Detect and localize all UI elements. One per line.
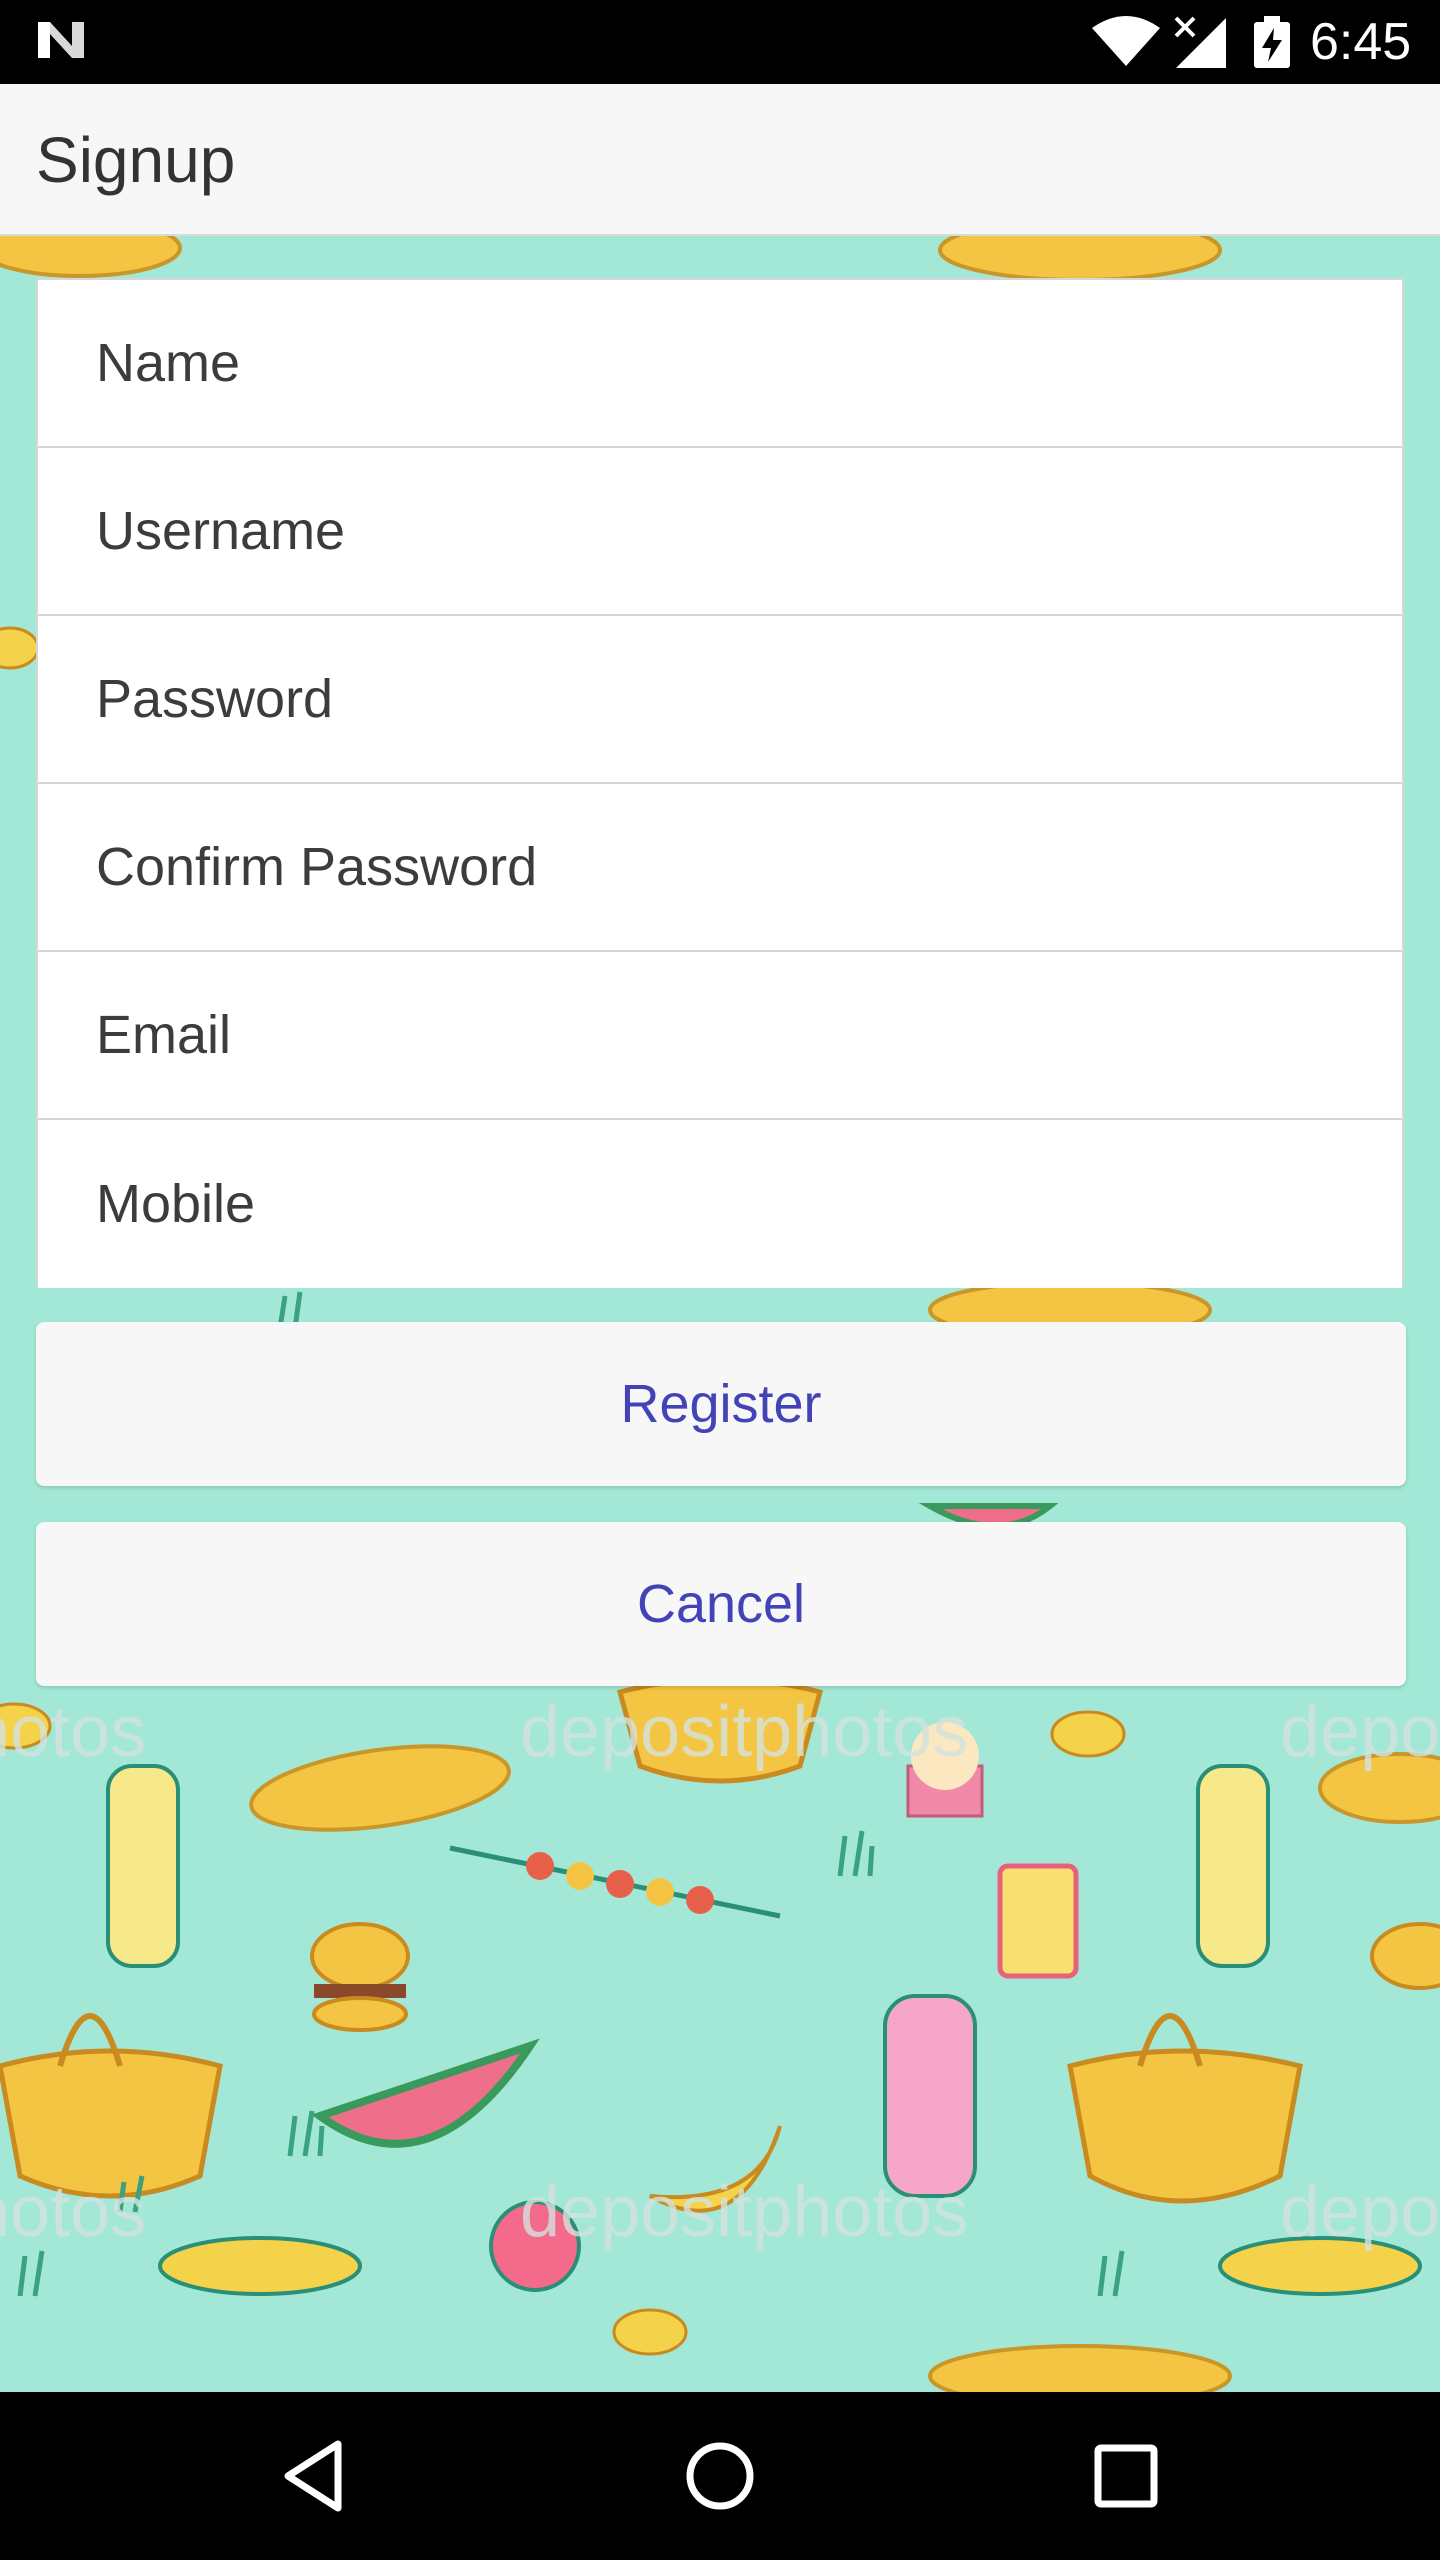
signup-content: depositphotos depositphotos depos depos …: [0, 236, 1440, 2392]
password-placeholder: Password: [96, 669, 334, 729]
navigation-bar: [0, 2392, 1440, 2560]
register-button[interactable]: Register: [36, 1322, 1406, 1486]
email-field[interactable]: Email: [38, 952, 1402, 1120]
username-placeholder: Username: [96, 501, 346, 561]
wifi-icon: [1092, 16, 1160, 66]
svg-text:depos: depos: [1280, 2172, 1440, 2252]
app-bar: Signup: [0, 84, 1440, 236]
back-icon[interactable]: [276, 2436, 356, 2516]
home-icon[interactable]: [680, 2436, 760, 2516]
page-title: Signup: [36, 124, 236, 196]
mobile-placeholder: Mobile: [96, 1174, 256, 1234]
mobile-field[interactable]: Mobile: [38, 1120, 1402, 1288]
email-placeholder: Email: [96, 1005, 232, 1065]
name-placeholder: Name: [96, 333, 241, 393]
n-logo-icon: [38, 22, 84, 58]
password-field[interactable]: Password: [38, 616, 1402, 784]
cell-signal-icon: [1174, 16, 1226, 68]
name-field[interactable]: Name: [38, 280, 1402, 448]
svg-text:depos: depos: [1280, 1692, 1440, 1772]
svg-text:hotos: hotos: [0, 1692, 146, 1772]
svg-text:depositphotos: depositphotos: [520, 1692, 968, 1772]
cancel-button[interactable]: Cancel: [36, 1522, 1406, 1686]
clock: 6:45: [1310, 13, 1412, 71]
username-field[interactable]: Username: [38, 448, 1402, 616]
recents-icon[interactable]: [1086, 2436, 1166, 2516]
status-bar: 6:45: [0, 0, 1440, 84]
battery-charging-icon: [1254, 16, 1290, 68]
confirm-password-field[interactable]: Confirm Password: [38, 784, 1402, 952]
svg-text:hotos: hotos: [0, 2172, 146, 2252]
svg-text:depositphotos: depositphotos: [520, 2172, 968, 2252]
confirm-password-placeholder: Confirm Password: [96, 837, 538, 897]
signup-form: Name Username Password Confirm Password …: [36, 278, 1404, 1288]
